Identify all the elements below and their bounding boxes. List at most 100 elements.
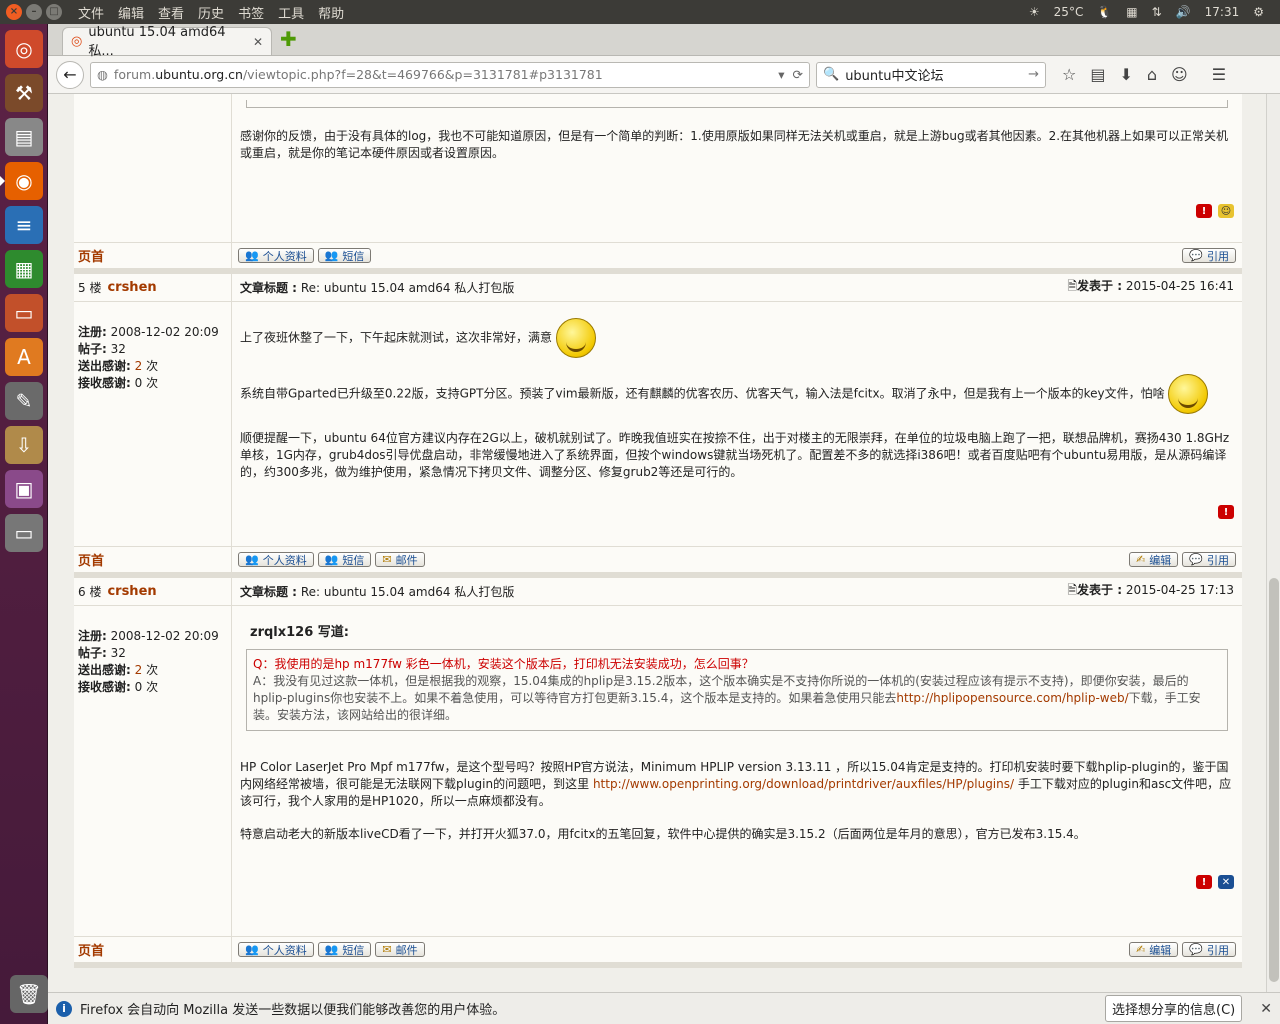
pm-button[interactable]: 👥 短信 <box>317 248 372 263</box>
menu-history[interactable]: 历史 <box>196 3 226 22</box>
close-notification-icon[interactable]: ✕ <box>1260 1001 1272 1017</box>
tab-active[interactable]: ◎ ubuntu 15.04 amd64 私... ✕ <box>62 25 272 59</box>
edit-button[interactable]: ✍ 编辑 <box>1129 552 1179 567</box>
hplip-link[interactable]: http://hplipopensource.com/hplip-web/ <box>896 691 1128 705</box>
choose-share-button[interactable]: 选择想分享的信息(C) <box>1105 995 1243 1022</box>
window-controls: × – □ <box>6 4 66 20</box>
post-6: 6 楼 crshen 文章标题 : Re: ubuntu 15.04 amd64 … <box>74 577 1242 968</box>
menubar: 文件 编辑 查看 历史 书签 工具 帮助 <box>76 3 346 22</box>
profile-button[interactable]: 👥 个人资料 <box>238 942 314 957</box>
email-icon: ✉ <box>382 553 392 566</box>
search-go-icon[interactable]: → <box>1028 67 1039 82</box>
calendar-icon[interactable]: ▦ <box>1126 5 1137 19</box>
report-icon[interactable]: ! <box>1196 875 1212 889</box>
menu-view[interactable]: 查看 <box>156 3 186 22</box>
post-5-para-1: 上了夜班休整了一下，下午起床就测试，这次非常好，满意 <box>240 330 553 345</box>
thanks-icon[interactable]: ☺ <box>1218 204 1234 218</box>
post-4-userinfo <box>74 94 232 242</box>
quote-button[interactable]: 💬 引用 <box>1182 942 1236 957</box>
reload-icon[interactable]: ⟳ <box>793 67 803 82</box>
software-center-icon[interactable]: A <box>5 338 43 376</box>
quote-block: Q：我使用的是hp m177fw 彩色一体机，安装这个版本后，打印机无法安装成功… <box>246 649 1228 731</box>
close-tab-icon[interactable]: ✕ <box>253 35 263 49</box>
dropdown-icon[interactable]: ▾ <box>778 67 784 82</box>
search-input[interactable]: ubuntu中文论坛 <box>845 65 943 84</box>
menu-bookmarks[interactable]: 书签 <box>236 3 266 22</box>
download-icon[interactable]: ⬇ <box>1119 65 1132 84</box>
search-box[interactable]: 🔍 ubuntu中文论坛 → <box>816 61 1046 88</box>
menu-tools[interactable]: 工具 <box>276 3 306 22</box>
top-link[interactable]: 页首 <box>78 550 104 569</box>
username-link[interactable]: crshen <box>107 280 156 295</box>
menu-hamburger-icon[interactable]: ☰ <box>1212 65 1226 84</box>
vertical-scrollbar[interactable] <box>1266 94 1280 1000</box>
files-icon[interactable]: ▤ <box>5 118 43 156</box>
new-tab-icon[interactable]: ✚ <box>280 27 297 51</box>
firefox-icon[interactable]: ◉ <box>0 162 43 200</box>
pm-button[interactable]: 👥 短信 <box>317 942 372 957</box>
openprinting-link[interactable]: http://www.openprinting.org/download/pri… <box>593 777 1014 791</box>
delete-icon[interactable]: ✕ <box>1218 875 1234 889</box>
clock[interactable]: 17:31 <box>1205 5 1240 19</box>
workspace-icon[interactable]: ▣ <box>5 470 43 508</box>
menu-edit[interactable]: 编辑 <box>116 3 146 22</box>
archive-icon[interactable]: ⇩ <box>5 426 43 464</box>
edit-icon: ✍ <box>1136 943 1146 956</box>
home-icon[interactable]: ⌂ <box>1147 65 1157 84</box>
post-subject: 文章标题 : Re: ubuntu 15.04 amd64 私人打包版 <box>240 281 515 295</box>
thanks-sent-link[interactable]: 2 <box>135 359 143 373</box>
scrollbar-thumb[interactable] <box>1269 578 1279 982</box>
post-4-body: 感谢你的反馈，由于没有具体的log，我也不可能知道原因，但是有一个简单的判断：1… <box>232 94 1242 242</box>
pm-icon: 👥 <box>324 943 339 956</box>
top-link[interactable]: 页首 <box>78 940 104 959</box>
pm-button[interactable]: 👥 短信 <box>317 552 372 567</box>
edit-button[interactable]: ✍ 编辑 <box>1129 942 1179 957</box>
close-window-button[interactable]: × <box>6 4 22 20</box>
top-panel: × – □ 文件 编辑 查看 历史 书签 工具 帮助 ☀ 25°C 🐧 ▦ ⇅ … <box>0 0 1280 24</box>
quote-button[interactable]: 💬 引用 <box>1182 248 1236 263</box>
system-settings-icon[interactable]: ⚒ <box>5 74 43 112</box>
menu-help[interactable]: 帮助 <box>316 3 346 22</box>
post-floor: 5 楼 <box>78 281 102 295</box>
disk-icon[interactable]: ▭ <box>5 514 43 552</box>
writer-icon[interactable]: ≡ <box>5 206 43 244</box>
email-button[interactable]: ✉ 邮件 <box>375 552 425 567</box>
menu-file[interactable]: 文件 <box>76 3 106 22</box>
penguin-icon[interactable]: 🐧 <box>1097 5 1112 19</box>
profile-button[interactable]: 👥 个人资料 <box>238 248 314 263</box>
tools-icon[interactable]: ✎ <box>5 382 43 420</box>
email-button[interactable]: ✉ 邮件 <box>375 942 425 957</box>
post-icon: 🗎 <box>1067 279 1078 293</box>
power-icon[interactable]: ⚙ <box>1253 5 1264 19</box>
navigation-bar: ← ◍ forum.ubuntu.org.cn/viewtopic.php?f=… <box>48 56 1280 94</box>
weather-temp[interactable]: 25°C <box>1054 5 1084 19</box>
unity-launcher: ◎ ⚒ ▤ ◉ ≡ ▦ ▭ A ✎ ⇩ ▣ ▭ 🗑 <box>0 24 48 1024</box>
smiley-laugh-icon <box>1168 374 1209 414</box>
quote-button[interactable]: 💬 引用 <box>1182 552 1236 567</box>
bookmark-star-icon[interactable]: ☆ <box>1062 65 1076 84</box>
report-icon[interactable]: ! <box>1196 204 1212 218</box>
minimize-window-button[interactable]: – <box>26 4 42 20</box>
maximize-window-button[interactable]: □ <box>46 4 62 20</box>
notification-text: Firefox 会自动向 Mozilla 发送一些数据以便我们能够改善您的用户体… <box>80 1003 506 1018</box>
network-icon[interactable]: ⇅ <box>1152 5 1162 19</box>
weather-icon[interactable]: ☀ <box>1029 5 1040 19</box>
thanks-sent-link[interactable]: 2 <box>135 663 143 677</box>
trash-icon[interactable]: 🗑 <box>10 975 48 1013</box>
post-5-report-icons: ! <box>240 501 1234 523</box>
calc-icon[interactable]: ▦ <box>5 250 43 288</box>
username-link[interactable]: crshen <box>107 584 156 599</box>
url-bar[interactable]: ◍ forum.ubuntu.org.cn/viewtopic.php?f=28… <box>90 61 810 88</box>
top-link[interactable]: 页首 <box>78 246 104 265</box>
page-content: 感谢你的反馈，由于没有具体的log，我也不可能知道原因，但是有一个简单的判断：1… <box>48 94 1266 1000</box>
dash-home-icon[interactable]: ◎ <box>5 30 43 68</box>
quote-icon: 💬 <box>1189 249 1203 262</box>
impress-icon[interactable]: ▭ <box>5 294 43 332</box>
profile-button[interactable]: 👥 个人资料 <box>238 552 314 567</box>
chat-icon[interactable]: ☺ <box>1171 65 1188 84</box>
bookmarks-icon[interactable]: ▤ <box>1090 65 1105 84</box>
back-button[interactable]: ← <box>56 60 84 89</box>
report-icon[interactable]: ! <box>1218 505 1234 519</box>
pm-icon: 👥 <box>324 553 339 566</box>
volume-icon[interactable]: 🔊 <box>1176 5 1191 19</box>
